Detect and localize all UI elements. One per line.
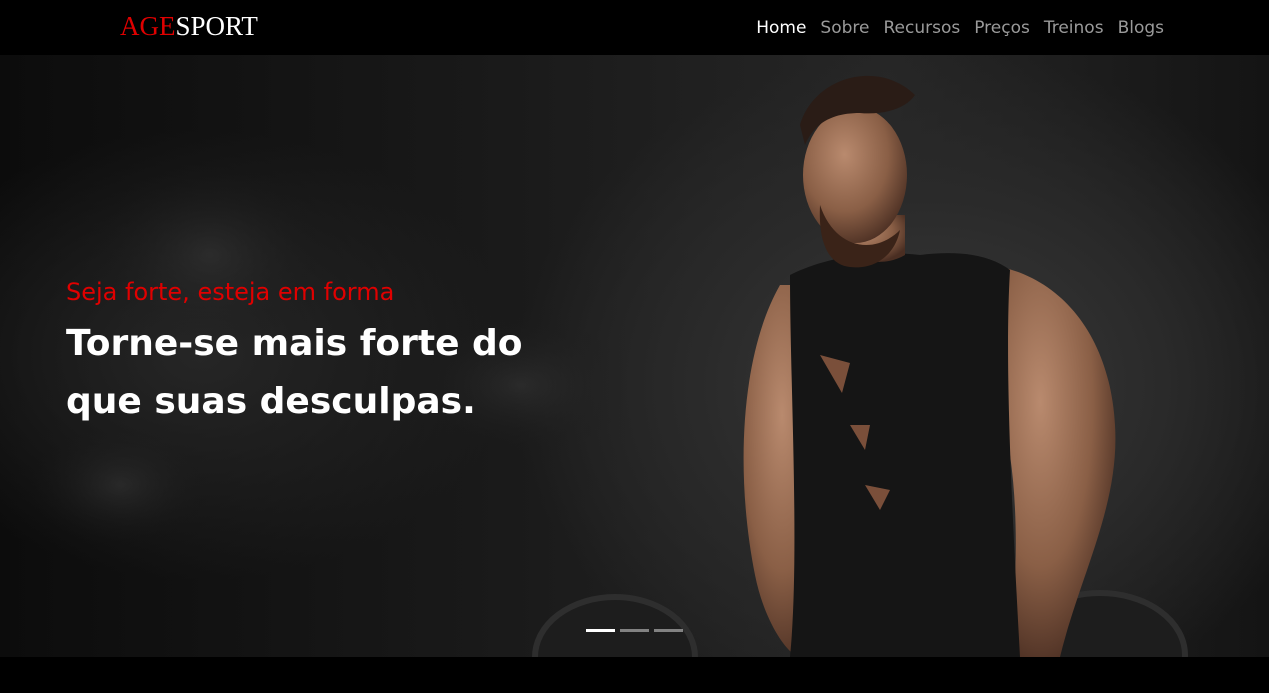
hero-title: Torne-se mais forte do que suas desculpa…	[66, 315, 526, 431]
nav-item-treinos[interactable]: Treinos	[1044, 18, 1104, 38]
brand-rest: SPORT	[175, 11, 258, 41]
nav-item-precos[interactable]: Preços	[974, 18, 1030, 38]
nav-item-recursos[interactable]: Recursos	[883, 18, 960, 38]
hero-subtitle: Seja forte, esteja em forma	[66, 278, 395, 306]
carousel-indicators	[586, 629, 683, 632]
brand-logo[interactable]: AGESPORT	[120, 10, 258, 42]
nav-item-sobre[interactable]: Sobre	[820, 18, 869, 38]
navbar: AGESPORT Home Sobre Recursos Preços Trei…	[0, 0, 1269, 55]
hero-text: Seja forte, esteja em forma Torne-se mai…	[66, 275, 526, 431]
carousel-indicator-1[interactable]	[586, 629, 615, 632]
brand-accent: AGE	[120, 11, 176, 41]
carousel-indicator-2[interactable]	[620, 629, 649, 632]
nav-item-home[interactable]: Home	[756, 18, 806, 38]
hero-title-line-1: Torne-se mais forte do	[66, 323, 523, 364]
hero-carousel: Seja forte, esteja em forma Torne-se mai…	[0, 55, 1269, 657]
nav-menu: Home Sobre Recursos Preços Treinos Blogs	[756, 17, 1164, 39]
carousel-indicator-3[interactable]	[654, 629, 683, 632]
nav-item-blogs[interactable]: Blogs	[1118, 18, 1164, 38]
hero-title-line-2: que suas desculpas.	[66, 381, 476, 422]
page-bottom-strip	[0, 657, 1269, 693]
